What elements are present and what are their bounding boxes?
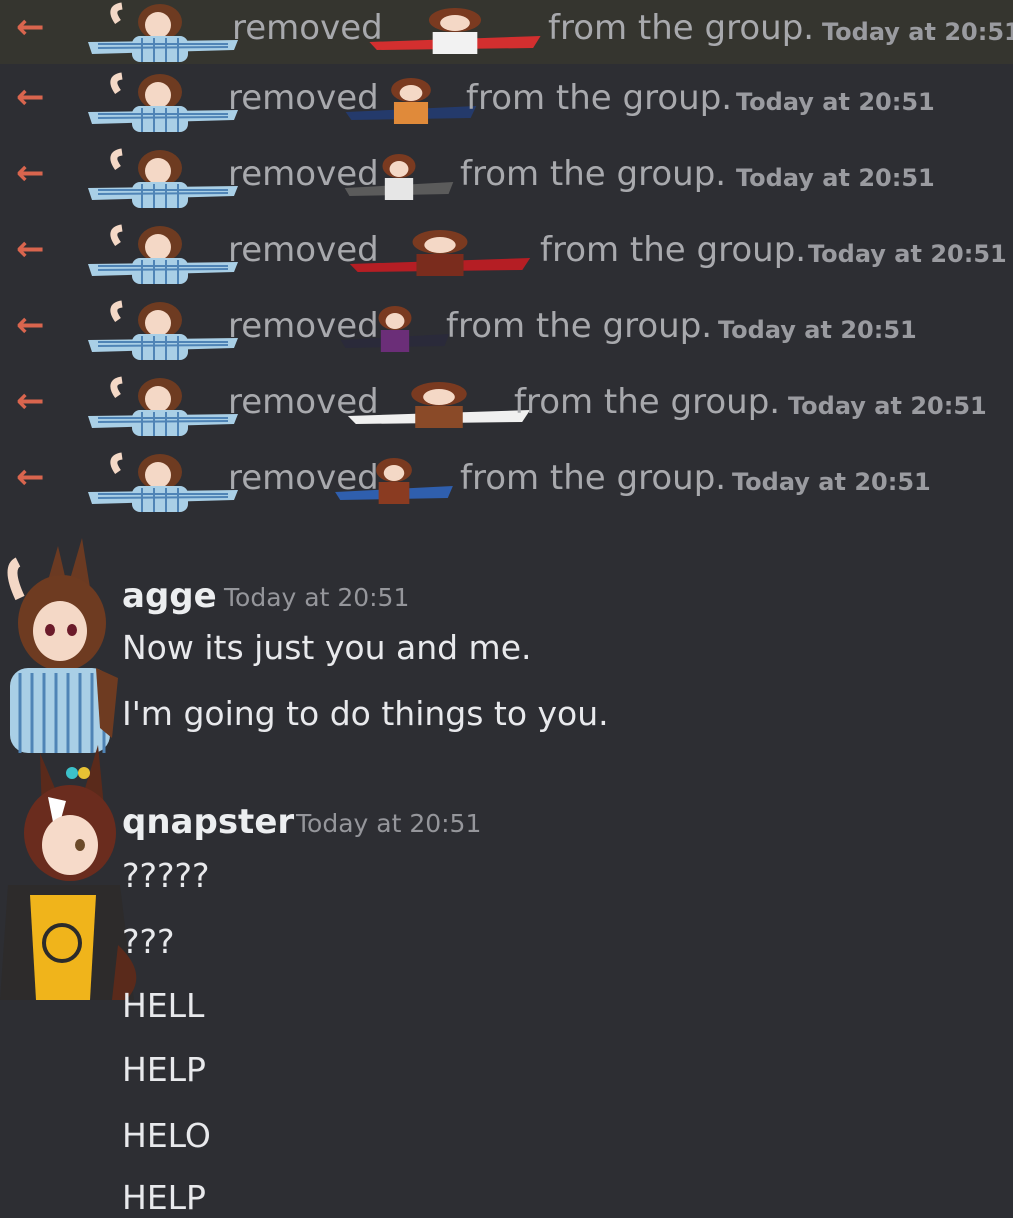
removed-user-avatar[interactable] xyxy=(336,304,454,354)
system-timestamp: Today at 20:51 xyxy=(788,392,987,420)
actor-avatar[interactable] xyxy=(88,0,238,62)
system-timestamp: Today at 20:51 xyxy=(732,468,931,496)
actor-avatar[interactable] xyxy=(88,70,238,132)
leave-arrow-icon: ← xyxy=(16,305,45,345)
leave-arrow-icon: ← xyxy=(16,77,45,117)
removed-text: removed xyxy=(232,8,383,48)
from-group-text: from the group. xyxy=(446,306,713,346)
system-timestamp: Today at 20:51 xyxy=(808,240,1007,268)
system-timestamp: Today at 20:51 xyxy=(736,88,935,116)
system-message: ← removed from the group. Today at 20:51 xyxy=(0,374,1013,438)
message-author[interactable]: qnapster xyxy=(122,802,294,842)
message-timestamp: Today at 20:51 xyxy=(224,583,410,612)
removed-user-avatar[interactable] xyxy=(340,380,538,430)
system-message: ← removed from the group. Today at 20:51 xyxy=(0,298,1013,362)
removed-user-avatar[interactable] xyxy=(330,456,458,506)
message-line: ??? xyxy=(122,922,175,961)
message-line: HELL xyxy=(122,986,205,1025)
message-line: HELP xyxy=(122,1050,206,1089)
removed-user-avatar[interactable] xyxy=(362,6,548,56)
message-line: ????? xyxy=(122,856,210,895)
system-message: ← removed from the group. Today at 20:51 xyxy=(0,70,1013,134)
leave-arrow-icon: ← xyxy=(16,381,45,421)
message-line: HELP xyxy=(122,1178,206,1217)
from-group-text: from the group. xyxy=(514,382,781,422)
message-line: I'm going to do things to you. xyxy=(122,694,609,733)
leave-arrow-icon: ← xyxy=(16,153,45,193)
system-message: ← removed from the group. Today at 20:51 xyxy=(0,146,1013,210)
from-group-text: from the group. xyxy=(466,78,733,118)
removed-user-avatar[interactable] xyxy=(340,76,482,126)
avatar-agge[interactable] xyxy=(0,528,122,753)
message-line: Now its just you and me. xyxy=(122,628,532,667)
system-message: ← removed from the group. Today at 20:51 xyxy=(0,450,1013,514)
message-line: HELO xyxy=(122,1116,211,1155)
from-group-text: from the group. xyxy=(540,230,807,270)
actor-avatar[interactable] xyxy=(88,298,238,360)
actor-avatar[interactable] xyxy=(88,450,238,512)
from-group-text: from the group. xyxy=(460,458,727,498)
system-message: ← removed from the group. Today at 20:51 xyxy=(0,222,1013,286)
system-message: ← removed from the group. Today at 20:51 xyxy=(0,0,1013,64)
actor-avatar[interactable] xyxy=(88,146,238,208)
from-group-text: from the group. xyxy=(548,8,815,48)
system-timestamp: Today at 20:51 xyxy=(718,316,917,344)
removed-user-avatar[interactable] xyxy=(342,228,538,278)
message-author[interactable]: agge xyxy=(122,576,217,616)
system-timestamp: Today at 20:51 xyxy=(736,164,935,192)
actor-avatar[interactable] xyxy=(88,222,238,284)
actor-avatar[interactable] xyxy=(88,374,238,436)
leave-arrow-icon: ← xyxy=(16,229,45,269)
system-timestamp: Today at 20:51 xyxy=(822,18,1013,46)
message-timestamp: Today at 20:51 xyxy=(296,809,482,838)
from-group-text: from the group. xyxy=(460,154,727,194)
leave-arrow-icon: ← xyxy=(16,457,45,497)
removed-user-avatar[interactable] xyxy=(340,152,458,202)
leave-arrow-icon: ← xyxy=(16,7,45,47)
